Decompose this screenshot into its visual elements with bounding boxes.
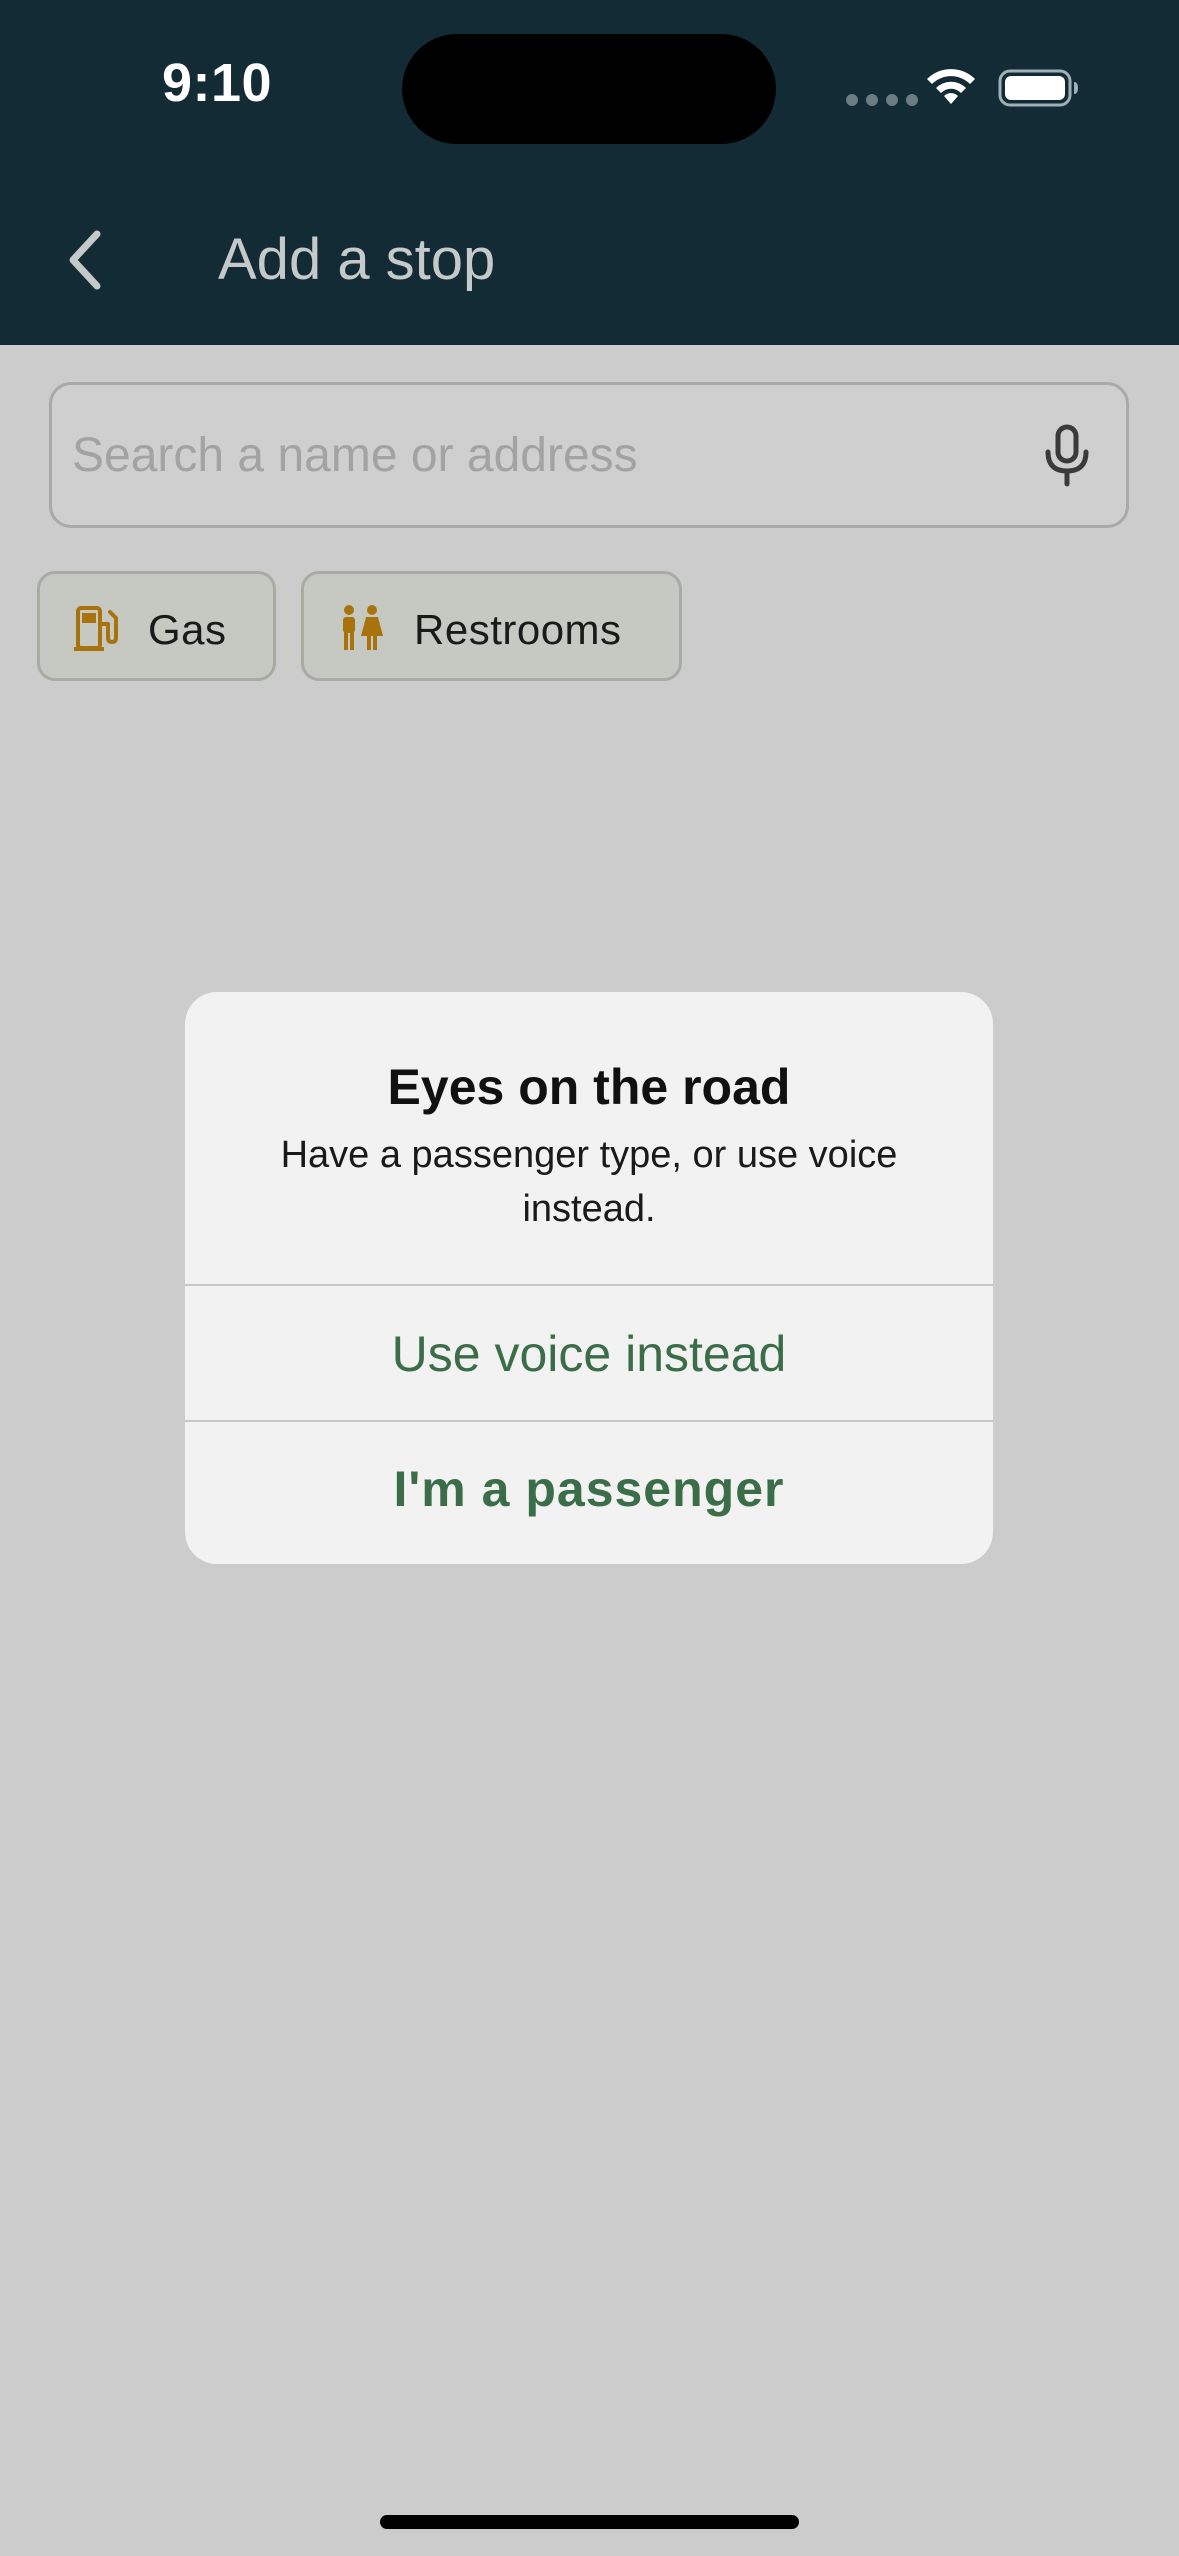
- back-button[interactable]: [50, 218, 120, 302]
- chip-label-restrooms: Restrooms: [414, 606, 622, 653]
- screen: 9:10 Add a stop Search a name or address…: [0, 0, 1179, 2556]
- divider: [185, 1284, 993, 1286]
- header: 9:10 Add a stop: [0, 0, 1179, 345]
- voice-search-button[interactable]: [1032, 421, 1102, 491]
- search-input[interactable]: [72, 385, 992, 525]
- restroom-icon: [343, 605, 383, 650]
- chip-gas[interactable]: Gas: [37, 571, 276, 681]
- dynamic-island: [402, 34, 776, 144]
- home-indicator[interactable]: [380, 2515, 799, 2529]
- alert-title: Eyes on the road: [387, 1059, 791, 1115]
- gas-pump-icon: [74, 606, 118, 651]
- chip-restrooms[interactable]: Restrooms: [301, 571, 682, 681]
- page-title: Add a stop: [218, 227, 496, 292]
- alert-dialog: Eyes on the road Have a passenger type, …: [185, 992, 993, 1564]
- microphone-icon: [1045, 424, 1089, 487]
- chip-label-gas: Gas: [148, 606, 227, 653]
- wifi-icon: [927, 69, 975, 104]
- use-voice-button[interactable]: Use voice instead: [185, 1287, 993, 1421]
- alert-message: Have a passenger type, or use voice inst…: [280, 1134, 898, 1230]
- battery-icon: [998, 69, 1078, 107]
- status-time: 9:10: [162, 53, 273, 113]
- search-field[interactable]: [49, 382, 1129, 528]
- passenger-button[interactable]: I'm a passenger: [185, 1422, 993, 1556]
- cellular-signal-icon: [846, 94, 918, 106]
- chevron-left-icon: [69, 230, 101, 290]
